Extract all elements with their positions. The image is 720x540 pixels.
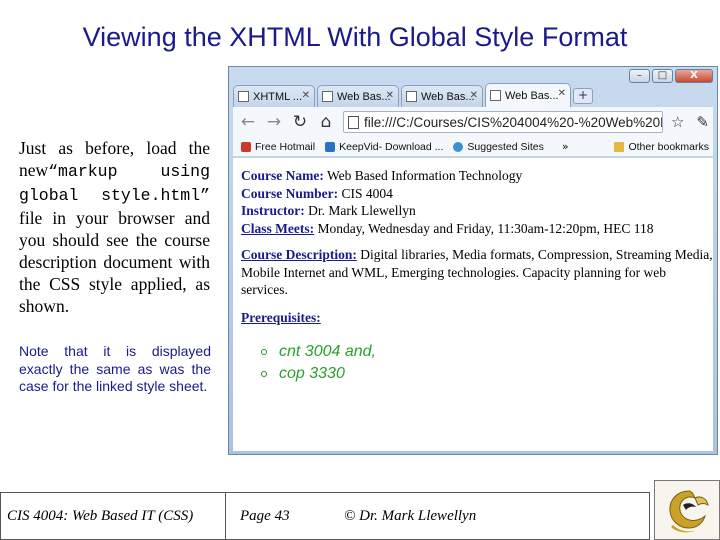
bookmark-free-hotmail[interactable]: Free Hotmail [241, 141, 315, 153]
tab-strip: XHTML ... ✕ Web Bas... ✕ Web Bas... ✕ We… [233, 83, 717, 107]
tab-2[interactable]: Web Bas... ✕ [317, 85, 399, 107]
tab-close-icon[interactable]: ✕ [470, 90, 478, 101]
list-item: cop 3330 [261, 363, 713, 385]
reload-icon[interactable]: ↻ [291, 112, 309, 132]
tab-label: XHTML ... [253, 90, 303, 103]
tab-1[interactable]: XHTML ... ✕ [233, 85, 315, 107]
home-icon[interactable]: ⌂ [317, 112, 335, 132]
instructor-label: Instructor: [241, 203, 305, 218]
tab-close-icon[interactable]: ✕ [558, 88, 566, 99]
window-controls: – □ X [629, 69, 713, 83]
minimize-button[interactable]: – [629, 69, 650, 83]
new-tab-button[interactable]: + [573, 88, 593, 104]
course-name-line: Course Name: Web Based Information Techn… [241, 167, 713, 185]
prerequisite-text: cop 3330 [279, 365, 345, 382]
course-description-line: Course Description: Digital libraries, M… [241, 246, 713, 299]
slide-note-text: Note that it is displayed exactly the sa… [19, 343, 211, 394]
browser-toolbar: ← → ↻ ⌂ file:///C:/Courses/CIS%204004%20… [233, 107, 713, 137]
class-meets-label: Class Meets: [241, 220, 315, 236]
page-icon [348, 115, 359, 129]
circle-bullet-icon [261, 349, 267, 355]
forward-arrow-icon[interactable]: → [265, 112, 283, 132]
body-text-filename: “markup using global style.html” [19, 162, 210, 205]
tab-3[interactable]: Web Bas... ✕ [401, 85, 483, 107]
footer-copyright: © Dr. Mark Llewellyn [326, 493, 650, 540]
bookmarks-bar: Free Hotmail KeepVid- Download ... Sugge… [233, 137, 713, 157]
footer-page-number: Page 43 [240, 508, 290, 524]
page-favicon-icon [490, 90, 501, 101]
course-number-label: Course Number: [241, 185, 339, 201]
bookmark-label: Suggested Sites [467, 140, 544, 153]
globe-icon [453, 141, 464, 152]
bookmark-label: Free Hotmail [255, 140, 316, 153]
instructor-line: Instructor: Dr. Mark Llewellyn [241, 202, 713, 220]
bookmark-suggested-sites[interactable]: Suggested Sites [453, 140, 544, 153]
page-content: Course Name: Web Based Information Techn… [233, 158, 713, 451]
address-bar[interactable]: file:///C:/Courses/CIS%204004%20-%20Web%… [343, 111, 663, 133]
tab-close-icon[interactable]: ✕ [302, 90, 310, 101]
prerequisites-list: cnt 3004 and, cop 3330 [241, 341, 713, 385]
keepvid-icon [325, 141, 336, 152]
instructor-value: Dr. Mark Llewellyn [304, 203, 416, 218]
folder-icon [614, 141, 625, 152]
course-number-value: CIS 4004 [338, 185, 393, 201]
course-name-value: Web Based Information Technology [323, 168, 523, 183]
list-item: cnt 3004 and, [261, 341, 713, 363]
ucf-pegasus-logo [654, 480, 720, 540]
footer-course: CIS 4004: Web Based IT (CSS) [0, 493, 226, 540]
page-favicon-icon [322, 91, 333, 102]
page-favicon-icon [406, 91, 417, 102]
other-bookmarks-label: Other bookmarks [628, 140, 709, 153]
tab-label: Web Bas... [421, 90, 475, 103]
star-icon[interactable]: ☆ [671, 113, 688, 131]
prerequisites-label: Prerequisites: [241, 309, 321, 325]
tab-label: Web Bas... [337, 90, 391, 103]
class-meets-line: Class Meets: Monday, Wednesday and Frida… [241, 220, 713, 238]
course-description-label: Course Description: [241, 247, 357, 262]
back-arrow-icon[interactable]: ← [239, 112, 257, 132]
page-favicon-icon [238, 91, 249, 102]
tab-label: Web Bas... [505, 89, 559, 102]
circle-bullet-icon [261, 371, 267, 377]
body-text-end: file in your browser and you should see … [19, 208, 210, 316]
course-number-line: Course Number: CIS 4004 [241, 185, 713, 203]
hotmail-icon [241, 141, 251, 152]
tab-4-active[interactable]: Web Bas... ✕ [485, 83, 571, 107]
other-bookmarks-button[interactable]: Other bookmarks [614, 141, 713, 153]
slide-title: Viewing the XHTML With Global Style Form… [82, 22, 628, 52]
pegasus-logo-icon [669, 490, 709, 533]
tab-close-icon[interactable]: ✕ [386, 90, 394, 101]
prerequisite-text: cnt 3004 and, [279, 343, 376, 360]
slide-footer: CIS 4004: Web Based IT (CSS) Page 43 © D… [0, 492, 650, 540]
bookmarks-overflow-button[interactable]: » [562, 140, 569, 153]
course-name-label: Course Name: [241, 168, 324, 183]
address-bar-url: file:///C:/Courses/CIS%204004%20-%20Web%… [364, 114, 662, 130]
bookmark-label: KeepVid- Download ... [339, 140, 444, 153]
slide-body-text: Just as before, load the new“markup usin… [19, 137, 210, 317]
class-meets-value: Monday, Wednesday and Friday, 11:30am-12… [314, 220, 654, 236]
browser-window: – □ X XHTML ... ✕ Web Bas... ✕ Web Bas..… [228, 66, 718, 455]
maximize-button[interactable]: □ [652, 69, 673, 83]
wrench-icon[interactable]: ✎ [696, 113, 713, 131]
prerequisites-heading: Prerequisites: [241, 309, 713, 327]
close-button[interactable]: X [675, 69, 713, 83]
bookmark-keepvid[interactable]: KeepVid- Download ... [325, 141, 443, 153]
